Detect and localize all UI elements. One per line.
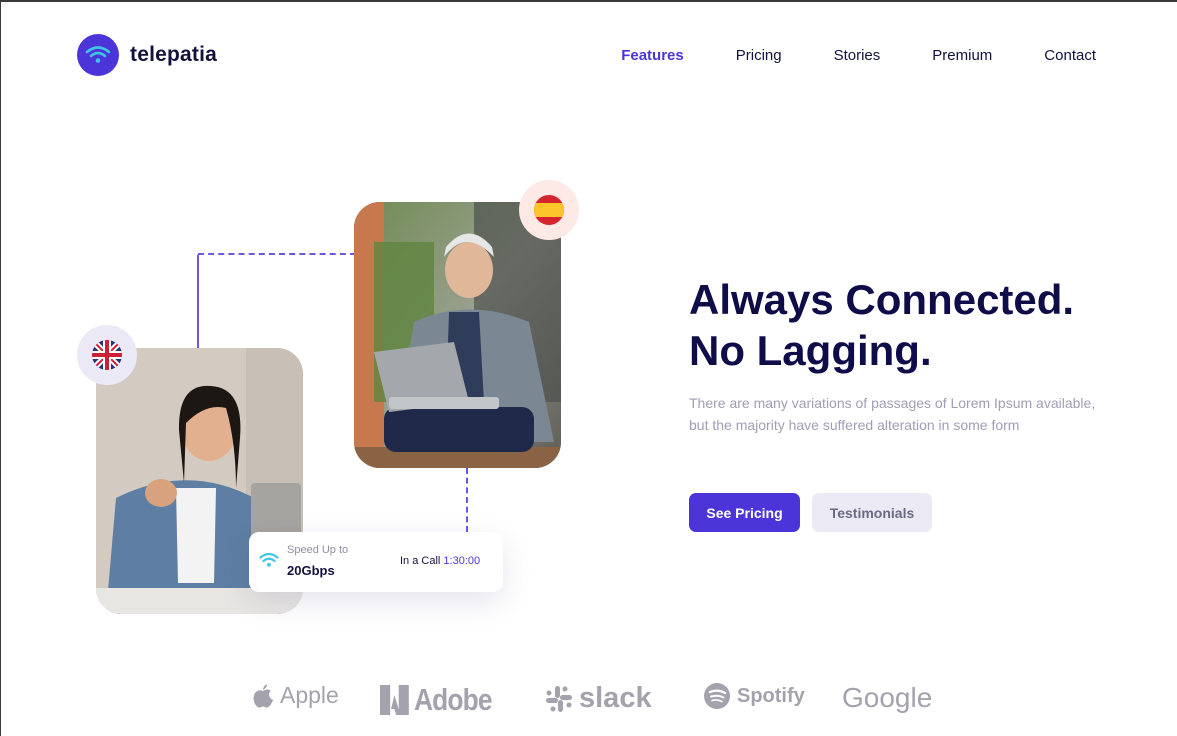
nav-premium[interactable]: Premium [932, 47, 992, 64]
uk-flag-icon [77, 325, 137, 385]
speed-label: Speed Up to [287, 544, 349, 556]
wifi-icon [259, 552, 279, 573]
adobe-icon [380, 685, 409, 715]
brand-name: telepatia [130, 43, 217, 66]
brand-name-adobe: Adobe [414, 682, 493, 717]
brand-logo-spotify: Spotify [703, 682, 805, 710]
spotify-icon [704, 683, 730, 709]
speed-card: Speed Up to 20Gbps In a Call 1:30:00 [249, 532, 503, 592]
apple-icon [253, 683, 273, 708]
brand-name-slack: slack [579, 682, 652, 714]
wifi-icon [77, 34, 119, 76]
spain-flag-icon [519, 180, 579, 240]
nav-contact[interactable]: Contact [1044, 47, 1096, 64]
brand-name-apple: Apple [280, 682, 339, 708]
call-label: In a Call [400, 555, 441, 567]
brand-logo-google: Google [842, 682, 932, 714]
nav-pricing[interactable]: Pricing [736, 47, 782, 64]
speed-value: 20Gbps [287, 563, 335, 578]
nav-stories[interactable]: Stories [834, 47, 881, 64]
brand-logo-apple: Apple [252, 682, 339, 709]
brand-logo-slack: slack [545, 682, 652, 715]
logo[interactable]: telepatia [77, 34, 217, 76]
brand-name-spotify: Spotify [737, 684, 805, 707]
connector-line [197, 254, 199, 348]
slack-icon [546, 685, 572, 712]
hero-description: There are many variations of passages of… [689, 395, 1096, 433]
call-time: 1:30:00 [443, 555, 481, 567]
main-nav: Features Pricing Stories Premium Contact [569, 47, 1096, 64]
call-status: In a Call 1:30:00 [400, 555, 480, 567]
nav-features[interactable]: Features [621, 47, 684, 64]
brand-logo-adobe: Adobe [380, 682, 493, 718]
man-with-laptop-photo [354, 202, 561, 468]
connector-line [198, 253, 356, 255]
see-pricing-button[interactable]: See Pricing [689, 493, 800, 532]
connector-line [466, 468, 468, 532]
testimonials-button[interactable]: Testimonials [812, 493, 932, 532]
hero-headline: Always Connected. No Lagging. [689, 274, 1129, 376]
headline-line-2: No Lagging. [689, 327, 932, 374]
brand-name-google: Google [842, 682, 933, 713]
headline-line-1: Always Connected. [689, 276, 1075, 323]
